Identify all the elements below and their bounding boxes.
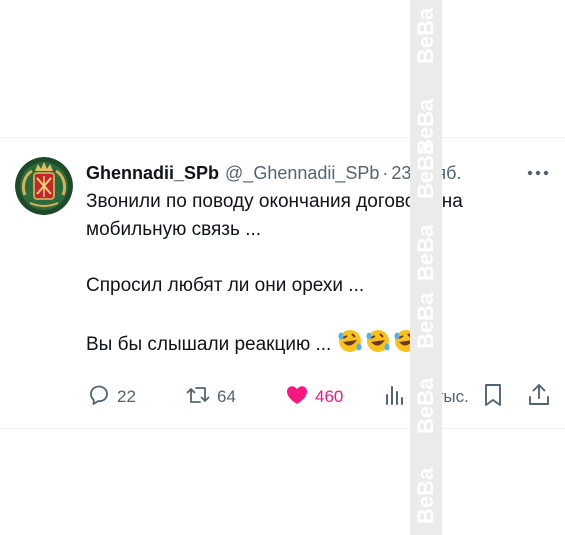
- views-icon: [384, 383, 406, 412]
- share-button[interactable]: [527, 382, 551, 412]
- tweet-paragraph-last: Вы бы слышали реакцию ...: [86, 328, 546, 363]
- watermark-text: BeBa: [413, 467, 438, 525]
- display-name[interactable]: Ghennadii_SPb: [86, 163, 219, 184]
- like-button[interactable]: 460: [285, 382, 343, 412]
- watermark-text: BeBa: [413, 142, 438, 200]
- more-button[interactable]: [524, 162, 552, 182]
- repost-icon: [185, 383, 211, 412]
- like-icon: [285, 383, 309, 412]
- tweet-paragraph: Спросил любят ли они орехи ...: [86, 275, 365, 296]
- reply-button[interactable]: 22: [87, 382, 136, 412]
- bookmark-icon: [482, 382, 504, 413]
- watermark-strip: BeBa BeBa BeBa BeBa BeBa BeBa BeBa: [410, 0, 442, 535]
- watermark-text: BeBa: [413, 377, 438, 435]
- header-separator: ·: [382, 162, 389, 183]
- bookmark-button[interactable]: [482, 382, 504, 412]
- reply-icon: [87, 383, 111, 412]
- share-icon: [527, 382, 551, 413]
- more-icon: [527, 163, 549, 181]
- user-handle[interactable]: @_Ghennadii_SPb: [225, 163, 379, 184]
- tweet-actions: 22 64 460 16 тыс.: [0, 382, 565, 412]
- watermark-text: BeBa: [413, 224, 438, 282]
- tweet-text: Звонили по поводу окончания договора на …: [86, 188, 546, 363]
- tweet-paragraph: Вы бы слышали реакцию ...: [86, 334, 332, 355]
- watermark-text: BeBa: [413, 7, 438, 65]
- bottom-divider: [0, 428, 565, 429]
- avatar[interactable]: [15, 157, 73, 215]
- reply-count: 22: [117, 387, 136, 406]
- repost-count: 64: [217, 387, 236, 406]
- rolling-laughing-emoji-icon: [337, 328, 421, 363]
- tweet-header: Ghennadii_SPb @_Ghennadii_SPb · 23 нояб.: [86, 160, 526, 186]
- top-divider: [0, 137, 565, 138]
- repost-button[interactable]: 64: [185, 382, 236, 412]
- like-count: 460: [315, 387, 344, 406]
- watermark-text: BeBa: [413, 292, 438, 350]
- tweet-paragraph: Звонили по поводу окончания договора на …: [86, 191, 463, 240]
